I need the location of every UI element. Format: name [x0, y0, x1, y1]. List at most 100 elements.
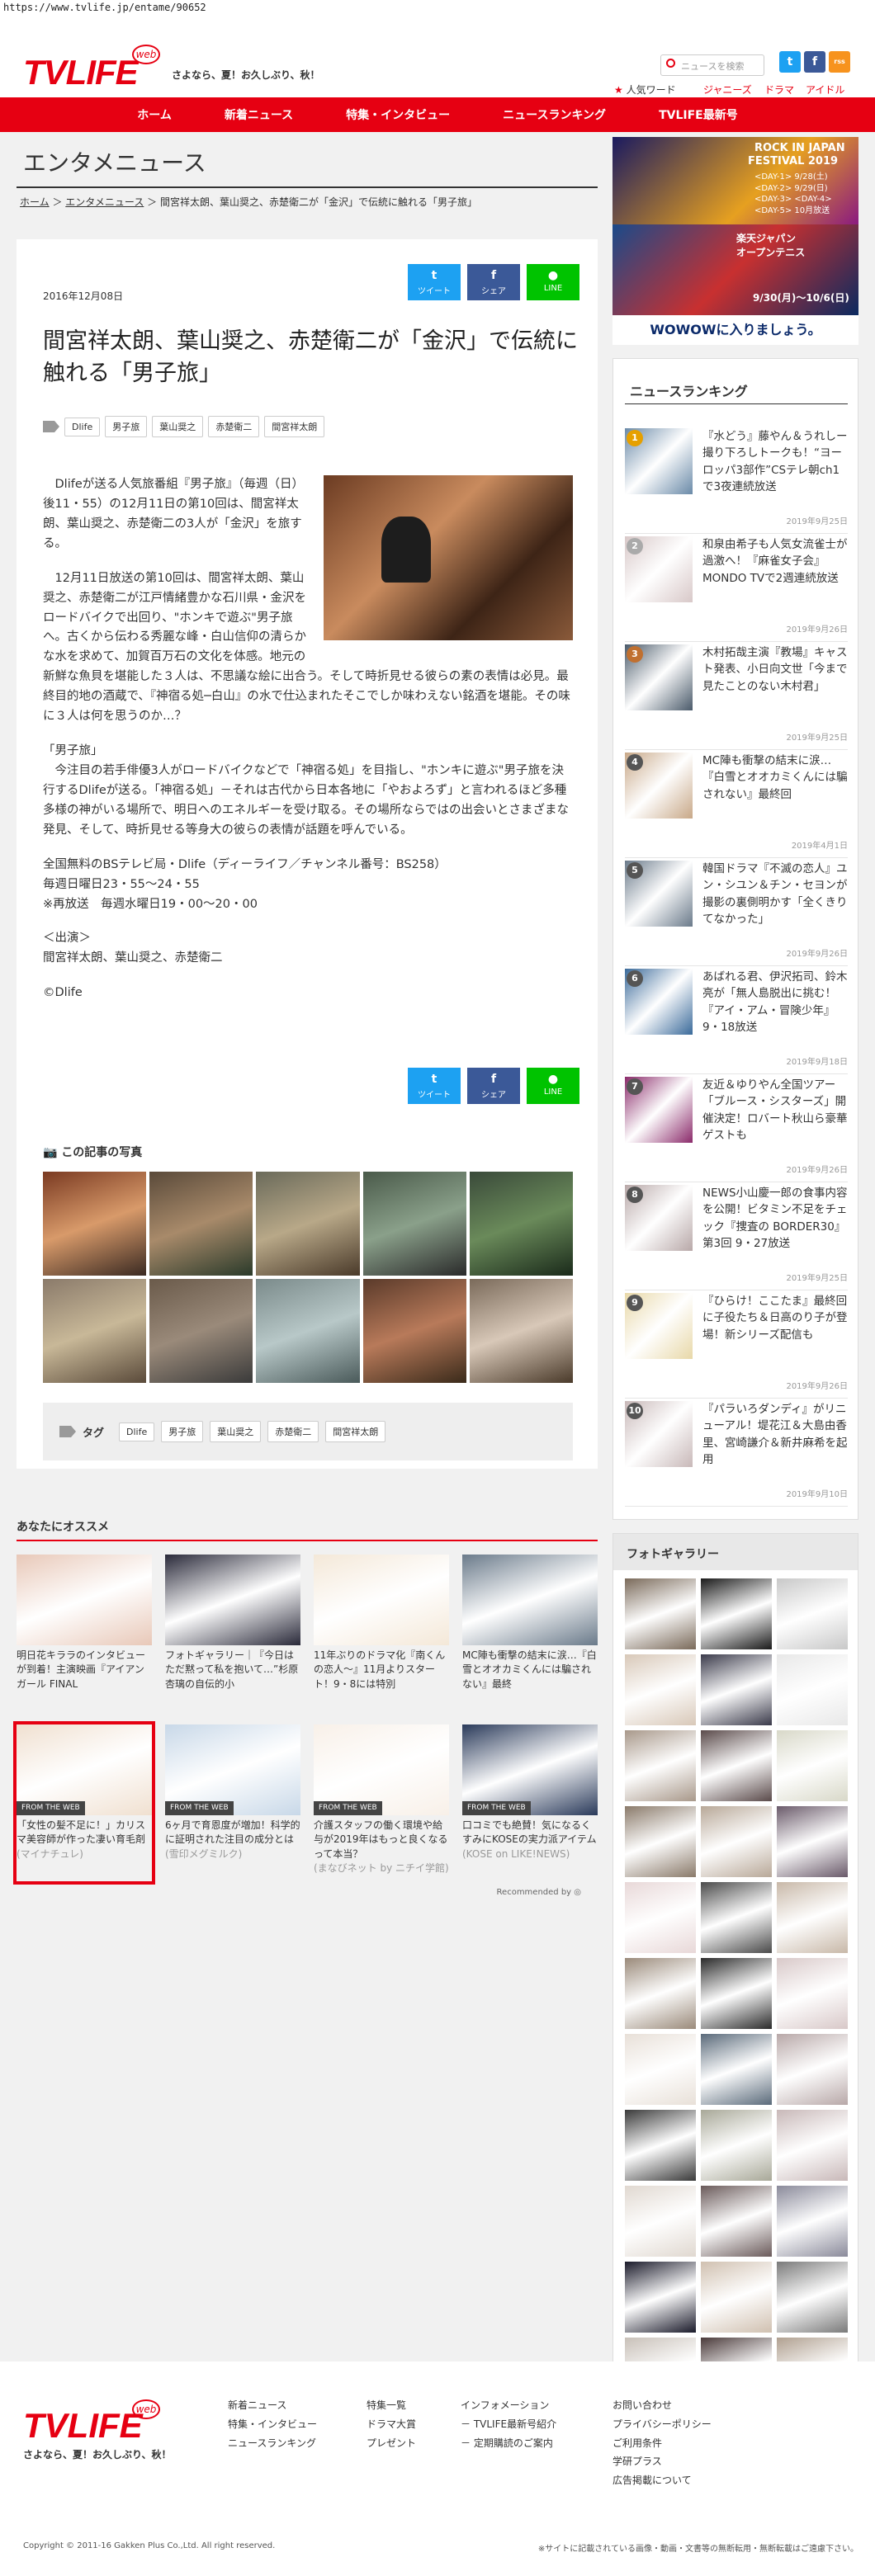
ranking-item[interactable]: 1 『水どう』藤やん＆うれしー撮り下ろしトークも！“ヨーロッパ3部作”CSテレ朝c…	[625, 428, 848, 534]
gallery-thumbnail[interactable]	[625, 2262, 696, 2333]
rss-icon[interactable]: rss	[829, 51, 850, 73]
site-logo[interactable]: TVLIFE	[23, 53, 139, 92]
ranking-item[interactable]: 5 韓国ドラマ『不滅の恋人』ユン・シユン＆チン・セヨンが撮影の裏側明かす「全くきり…	[625, 861, 848, 966]
tag-link[interactable]: 間宮祥太朗	[325, 1421, 386, 1442]
gallery-thumbnail[interactable]	[701, 2034, 772, 2105]
footer-logo[interactable]: TVLIFE	[23, 2406, 143, 2446]
recommend-thumbnail[interactable]	[314, 1555, 449, 1645]
nav-new-news[interactable]: 新着ニュース	[225, 106, 293, 123]
ranking-headline[interactable]: 『パラいろダンディ』がリニューアル！堤花江＆大島由香里、宮崎謙介＆新井麻希を起用	[702, 1401, 848, 1468]
ranking-headline[interactable]: MC陣も衝撃の結末に涙…『白雪とオオカミくんには騙されない』最終回	[702, 753, 848, 803]
ranking-item[interactable]: 7 友近＆ゆりやん全国ツアー「ブルース・シスターズ」開催決定！ロバート秋山ら豪華ゲ…	[625, 1077, 848, 1182]
gallery-thumbnail[interactable]	[701, 1806, 772, 1877]
gallery-thumbnail[interactable]	[777, 2262, 848, 2333]
tag-link[interactable]: 赤楚衛二	[208, 416, 260, 437]
gallery-thumbnail[interactable]	[701, 1958, 772, 2029]
footer-link[interactable]: － 定期購読のご案内	[461, 2434, 556, 2453]
tag-link[interactable]: Dlife	[64, 417, 101, 436]
photo-thumbnail[interactable]	[469, 1172, 573, 1276]
recommend-thumbnail[interactable]	[462, 1555, 598, 1645]
gallery-thumbnail[interactable]	[777, 1806, 848, 1877]
photo-thumbnail[interactable]	[256, 1279, 360, 1383]
recommend-thumbnail[interactable]: FROM THE WEB	[165, 1724, 300, 1815]
footer-link[interactable]: － TVLIFE最新号紹介	[461, 2415, 556, 2434]
article-main-photo[interactable]	[324, 475, 573, 640]
gallery-thumbnail[interactable]	[701, 2262, 772, 2333]
ranking-headline[interactable]: 『ひらけ！ここたま』最終回に子役たち＆日高のり子が登場！新シリーズ配信も	[702, 1293, 848, 1343]
footer-link[interactable]: お問い合わせ	[612, 2396, 712, 2415]
gallery-thumbnail[interactable]	[777, 1654, 848, 1725]
gallery-thumbnail[interactable]	[625, 1730, 696, 1801]
gallery-thumbnail[interactable]	[625, 2110, 696, 2181]
gallery-thumbnail[interactable]	[777, 1882, 848, 1953]
tag-link[interactable]: 間宮祥太朗	[264, 416, 325, 437]
ranking-item[interactable]: 8 NEWS小山慶一郎の食事内容を公開！ビタミン不足をチェック『捜査の BORDE…	[625, 1185, 848, 1290]
footer-link[interactable]: 学研プラス	[612, 2452, 712, 2471]
recommend-card[interactable]: FROM THE WEB 介護スタッフの働く環境や給与が2019年はもっと良くなる…	[314, 1724, 449, 1881]
gallery-thumbnail[interactable]	[625, 1958, 696, 2029]
ranking-headline[interactable]: 和泉由希子も人気女流雀士が過激へ！『麻雀女子会』MONDO TVで2週連続放送	[702, 536, 848, 587]
tweet-button[interactable]: t ツイート	[408, 264, 461, 300]
breadcrumb-home[interactable]: ホーム	[20, 196, 50, 208]
footer-link[interactable]: インフォメーション	[461, 2396, 556, 2415]
recommend-thumbnail[interactable]: FROM THE WEB	[17, 1724, 152, 1815]
recommend-card[interactable]: フォトギャラリー｜『今日はただ黙って私を抱いて…”杉原杏璃の自伝的小	[165, 1555, 300, 1711]
gallery-thumbnail[interactable]	[625, 1654, 696, 1725]
line-button[interactable]: ● LINE	[527, 1068, 579, 1104]
ranking-item[interactable]: 3 木村拓哉主演『教場』キャスト発表、小日向文世「今まで見たことのない木村君」 20…	[625, 644, 848, 750]
gallery-thumbnail[interactable]	[701, 2110, 772, 2181]
gallery-thumbnail[interactable]	[777, 2034, 848, 2105]
recommend-thumbnail[interactable]	[165, 1555, 300, 1645]
facebook-share-button[interactable]: f シェア	[467, 1068, 520, 1104]
gallery-thumbnail[interactable]	[701, 1654, 772, 1725]
ranking-headline[interactable]: 木村拓哉主演『教場』キャスト発表、小日向文世「今まで見たことのない木村君」	[702, 644, 848, 695]
recommended-by[interactable]: Recommended by ◎	[17, 1888, 598, 1897]
popular-word-2[interactable]: ドラマ	[764, 83, 794, 97]
facebook-icon[interactable]: f	[804, 51, 825, 73]
footer-link[interactable]: ニュースランキング	[228, 2434, 317, 2453]
popular-word-1[interactable]: ジャニーズ	[703, 83, 752, 97]
gallery-thumbnail[interactable]	[777, 1958, 848, 2029]
footer-link[interactable]: プレゼント	[367, 2434, 416, 2453]
tag-link[interactable]: Dlife	[119, 1422, 155, 1441]
gallery-thumbnail[interactable]	[625, 1806, 696, 1877]
recommend-card[interactable]: FROM THE WEB 6ヶ月で育恩度が増加！科学的に証明された注目の成分とは(…	[165, 1724, 300, 1881]
footer-link[interactable]: ドラマ大賞	[367, 2415, 416, 2434]
recommend-thumbnail[interactable]: FROM THE WEB	[462, 1724, 598, 1815]
breadcrumb-section[interactable]: エンタメニュース	[65, 196, 144, 208]
gallery-thumbnail[interactable]	[701, 1578, 772, 1649]
gallery-thumbnail[interactable]	[777, 2186, 848, 2257]
ranking-headline[interactable]: NEWS小山慶一郎の食事内容を公開！ビタミン不足をチェック『捜査の BORDER…	[702, 1185, 848, 1252]
recommend-card[interactable]: FROM THE WEB 口コミでも絶賛！気になるくすみにKOSEの実力派アイテム…	[462, 1724, 598, 1881]
photo-thumbnail[interactable]	[149, 1172, 253, 1276]
ranking-item[interactable]: 6 あばれる君、伊沢拓司、鈴木亮が「無人島脱出に挑む！『アイ・アム・冒険少年』9・…	[625, 969, 848, 1074]
gallery-thumbnail[interactable]	[701, 2186, 772, 2257]
recommend-card[interactable]: FROM THE WEB 「女性の髪不足に！」カリスマ美容師が作った凄い育毛剤 (マ…	[13, 1721, 155, 1885]
recommend-card[interactable]: 明日花キララのインタビューが到着！主演映画『アイアンガール FINAL	[17, 1555, 152, 1711]
ranking-item[interactable]: 2 和泉由希子も人気女流雀士が過激へ！『麻雀女子会』MONDO TVで2週連続放送…	[625, 536, 848, 642]
recommend-card[interactable]: 11年ぶりのドラマ化『南くんの恋人～』11月よりスタート！9・8には特別	[314, 1555, 449, 1711]
footer-link[interactable]: 広告掲載について	[612, 2471, 712, 2490]
wowow-ad-banner[interactable]: ROCK IN JAPAN FESTIVAL 2019 <DAY-1> 9/28…	[612, 137, 858, 345]
gallery-thumbnail[interactable]	[701, 1882, 772, 1953]
facebook-share-button[interactable]: f シェア	[467, 264, 520, 300]
nav-features[interactable]: 特集・インタビュー	[346, 106, 450, 123]
footer-link[interactable]: 特集一覧	[367, 2396, 416, 2415]
search-input[interactable]: ニュースを検索	[660, 54, 764, 76]
gallery-thumbnail[interactable]	[777, 1578, 848, 1649]
footer-link[interactable]: ご利用条件	[612, 2434, 712, 2453]
gallery-thumbnail[interactable]	[625, 2034, 696, 2105]
ranking-headline[interactable]: 『水どう』藤やん＆うれしー撮り下ろしトークも！“ヨーロッパ3部作”CSテレ朝ch…	[702, 428, 848, 495]
ranking-headline[interactable]: あばれる君、伊沢拓司、鈴木亮が「無人島脱出に挑む！『アイ・アム・冒険少年』9・1…	[702, 969, 848, 1036]
tag-link[interactable]: 男子旅	[105, 416, 148, 437]
tag-link[interactable]: 赤楚衛二	[267, 1421, 319, 1442]
popular-word-3[interactable]: アイドル	[806, 83, 844, 97]
nav-home[interactable]: ホーム	[137, 106, 172, 123]
photo-thumbnail[interactable]	[469, 1279, 573, 1383]
recommend-card[interactable]: MC陣も衝撃の結末に涙…『白雪とオオカミくんには騙されない』最終	[462, 1555, 598, 1711]
ranking-item[interactable]: 9 『ひらけ！ここたま』最終回に子役たち＆日高のり子が登場！新シリーズ配信も 201…	[625, 1293, 848, 1399]
line-button[interactable]: ● LINE	[527, 264, 579, 300]
photo-thumbnail[interactable]	[149, 1279, 253, 1383]
ranking-headline[interactable]: 韓国ドラマ『不滅の恋人』ユン・シユン＆チン・セヨンが撮影の裏側明かす「全くきりて…	[702, 861, 848, 927]
photo-thumbnail[interactable]	[43, 1279, 147, 1383]
